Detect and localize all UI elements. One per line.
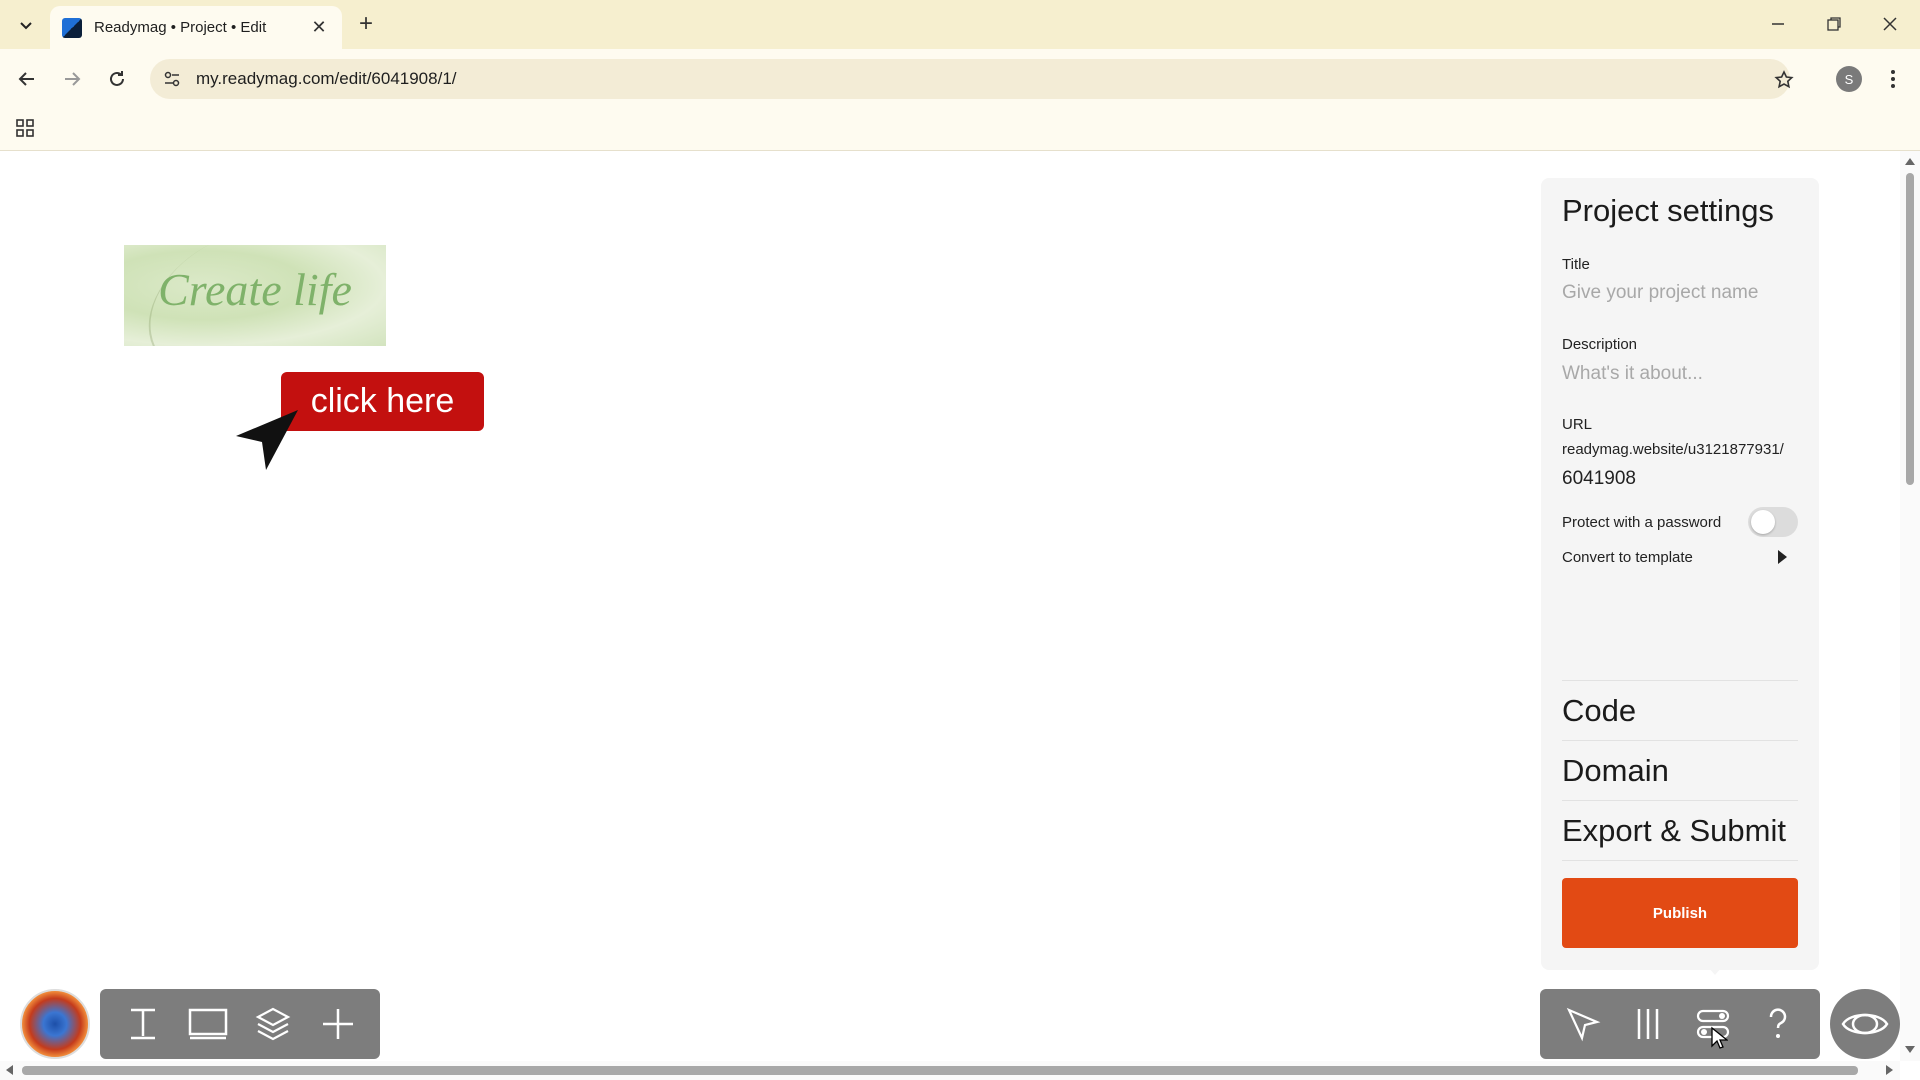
url-value-line1: readymag.website/u3121877931/: [1562, 441, 1784, 458]
more-vertical-icon: [1891, 70, 1895, 88]
left-toolbar: [100, 989, 380, 1059]
password-toggle[interactable]: [1748, 507, 1798, 537]
minimize-button[interactable]: [1750, 6, 1806, 42]
section-domain[interactable]: Domain: [1562, 753, 1669, 789]
toggle-knob: [1751, 510, 1775, 534]
forward-button[interactable]: [55, 62, 89, 96]
divider: [1562, 740, 1798, 741]
url-value-line2: 6041908: [1562, 468, 1636, 489]
horizontal-scroll-thumb[interactable]: [22, 1066, 1858, 1075]
question-icon: [1769, 1008, 1786, 1038]
browser-tab[interactable]: Readymag • Project • Edit ✕: [50, 6, 342, 49]
cursor-select-icon: [1566, 1007, 1600, 1042]
columns-icon: [1637, 1009, 1658, 1039]
page-view-button[interactable]: [184, 1000, 232, 1048]
arrow-right-icon: [65, 72, 81, 86]
restore-button[interactable]: [1806, 6, 1862, 42]
back-button[interactable]: [10, 62, 44, 96]
title-label: Title: [1562, 256, 1590, 273]
right-toolbar: [1540, 989, 1820, 1059]
browser-menu-button[interactable]: [1880, 64, 1906, 94]
close-icon: [1883, 17, 1897, 31]
click-here-button[interactable]: click here: [281, 372, 484, 431]
tab-list-button[interactable]: [12, 12, 40, 38]
hero-text: Create life: [158, 264, 352, 315]
grid-columns-button[interactable]: [1624, 1000, 1672, 1048]
text-tool-button[interactable]: [119, 1000, 167, 1048]
url-text[interactable]: my.readymag.com/edit/6041908/1/: [196, 69, 457, 89]
password-label: Protect with a password: [1562, 514, 1722, 531]
text-cursor-icon: [130, 1008, 155, 1040]
divider: [1562, 680, 1798, 681]
user-avatar[interactable]: [20, 989, 90, 1059]
apps-grid-icon[interactable]: [14, 117, 36, 139]
arrow-left-icon: [18, 72, 34, 86]
hero-image[interactable]: Create life: [124, 245, 386, 346]
minimize-icon: [1772, 23, 1784, 25]
url-label: URL: [1562, 416, 1593, 433]
close-window-button[interactable]: [1862, 6, 1918, 42]
monitor-icon: [188, 1008, 227, 1040]
layers-icon: [255, 1007, 290, 1041]
layers-button[interactable]: [249, 1000, 297, 1048]
panel-title: Project settings: [1562, 193, 1774, 228]
section-code[interactable]: Code: [1562, 693, 1636, 729]
bookmark-button[interactable]: [1770, 66, 1798, 94]
bookmarks-bar: [0, 109, 1920, 151]
restore-icon: [1827, 17, 1841, 31]
divider: [1562, 860, 1798, 861]
triangle-right-icon[interactable]: [1778, 550, 1787, 564]
eye-icon: [1841, 1013, 1889, 1035]
convert-template-item[interactable]: Convert to template: [1562, 549, 1693, 566]
scroll-left-arrow-icon[interactable]: [6, 1065, 13, 1075]
tune-icon: [164, 71, 180, 87]
tab-title: Readymag • Project • Edit: [94, 19, 267, 36]
preview-button[interactable]: [1830, 989, 1900, 1059]
interaction-button[interactable]: [1559, 1000, 1607, 1048]
star-icon: [1774, 70, 1794, 89]
reload-button[interactable]: [100, 62, 134, 96]
scroll-down-arrow-icon[interactable]: [1905, 1046, 1915, 1053]
help-button[interactable]: [1754, 1000, 1802, 1048]
tab-close-button[interactable]: ✕: [308, 17, 330, 38]
description-field[interactable]: What's it about...: [1562, 363, 1703, 385]
vertical-scroll-thumb[interactable]: [1906, 173, 1914, 485]
readymag-favicon-icon: [62, 17, 82, 38]
chevron-down-icon: [20, 22, 32, 30]
description-label: Description: [1562, 336, 1638, 353]
mouse-pointer-icon: [1711, 1026, 1728, 1049]
profile-avatar[interactable]: S: [1836, 66, 1862, 92]
panel-caret: [1708, 967, 1722, 975]
new-tab-button[interactable]: +: [352, 10, 380, 38]
add-widget-button[interactable]: [314, 1000, 362, 1048]
plus-icon: [322, 1009, 353, 1039]
reload-icon: [110, 71, 124, 86]
arrow-pointer-icon[interactable]: [232, 408, 302, 478]
divider: [1562, 800, 1798, 801]
section-export-submit[interactable]: Export & Submit: [1562, 813, 1786, 849]
title-field[interactable]: Give your project name: [1562, 282, 1758, 304]
site-info-button[interactable]: [160, 67, 184, 91]
publish-button[interactable]: Publish: [1562, 878, 1798, 948]
scroll-up-arrow-icon[interactable]: [1905, 158, 1915, 165]
scroll-right-arrow-icon[interactable]: [1886, 1065, 1893, 1075]
